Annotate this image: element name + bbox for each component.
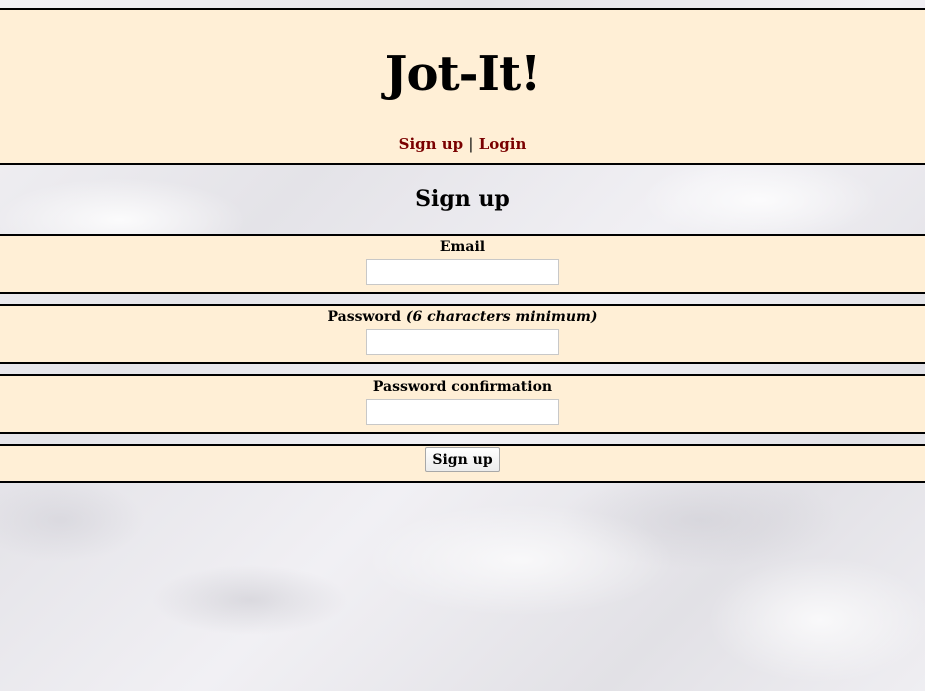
password-field[interactable]	[366, 329, 559, 355]
password-label: Password (6 characters minimum)	[0, 308, 925, 326]
password-confirmation-field-group: Password confirmation	[0, 374, 925, 434]
signup-link[interactable]: Sign up	[399, 135, 464, 153]
site-header: Jot-It! Sign up | Login	[0, 8, 925, 165]
page-title: Sign up	[415, 186, 510, 212]
password-hint: (6 characters minimum)	[405, 309, 598, 325]
email-label: Email	[439, 239, 486, 255]
password-confirmation-label: Password confirmation	[372, 379, 553, 395]
nav-separator: |	[468, 135, 474, 153]
password-label-text: Password	[327, 309, 402, 325]
signup-submit-button[interactable]: Sign up	[425, 447, 500, 472]
login-link[interactable]: Login	[479, 135, 527, 153]
email-field[interactable]	[366, 259, 559, 285]
email-field-group: Email	[0, 234, 925, 294]
app-title: Jot-It!	[384, 46, 542, 102]
password-field-group: Password (6 characters minimum)	[0, 304, 925, 364]
password-confirmation-field[interactable]	[366, 399, 559, 425]
submit-group: Sign up	[0, 444, 925, 483]
top-nav: Sign up | Login	[0, 134, 925, 154]
